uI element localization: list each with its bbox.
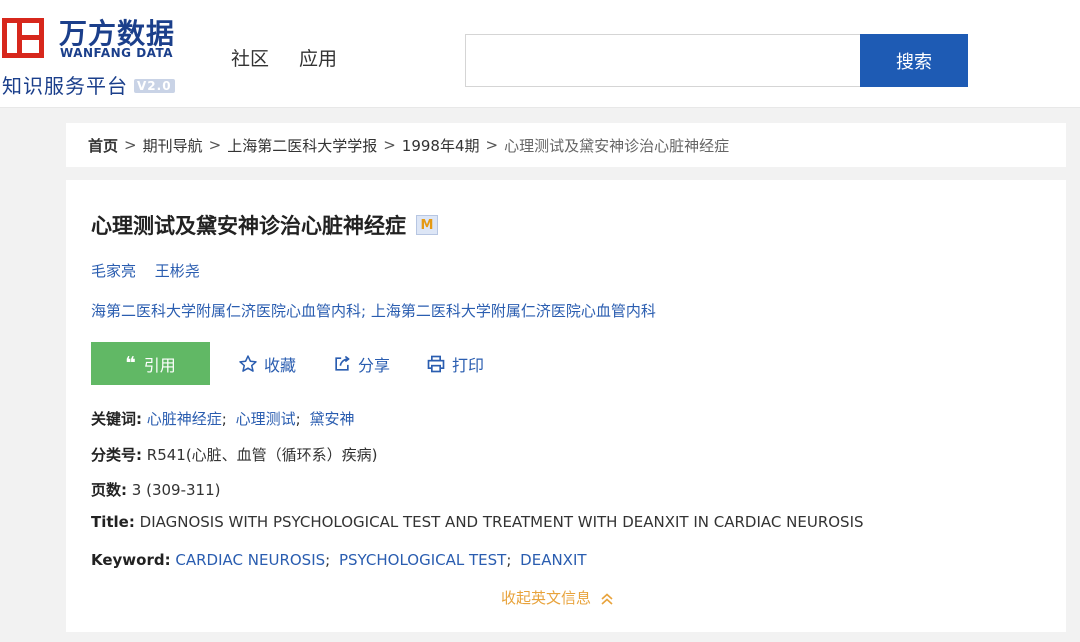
classification-row: 分类号: R541(心脏、血管（循环系）疾病) xyxy=(91,444,378,465)
breadcrumb-issue[interactable]: 1998年4期 xyxy=(402,135,480,156)
article-title-row: 心理测试及黛安神诊治心脏神经症 M xyxy=(91,210,438,240)
top-header: 万方数据 WANFANG DATA 知识服务平台 V2.0 社区 应用 搜索 xyxy=(0,0,1080,108)
article-actions: ❝ 引用 收藏 分享 打印 xyxy=(91,342,484,385)
search-input[interactable] xyxy=(465,34,860,87)
pages-label: 页数: xyxy=(91,481,127,499)
english-title-row: Title: DIAGNOSIS WITH PSYCHOLOGICAL TEST… xyxy=(91,513,864,531)
author-link[interactable]: 王彬尧 xyxy=(155,262,200,280)
english-keyword-link[interactable]: DEANXIT xyxy=(520,551,586,569)
m-badge-icon[interactable]: M xyxy=(416,215,438,235)
printer-icon xyxy=(427,355,445,372)
classification-label: 分类号: xyxy=(91,446,142,464)
star-icon xyxy=(239,354,257,372)
breadcrumb-journal[interactable]: 上海第二医科大学学报 xyxy=(227,135,377,156)
breadcrumb-separator: > xyxy=(208,136,222,154)
share-icon xyxy=(335,355,350,371)
version-badge: V2.0 xyxy=(134,79,175,93)
english-keyword-link[interactable]: CARDIAC NEUROSIS xyxy=(175,551,325,569)
wanfang-logo-mark-icon xyxy=(2,18,44,58)
share-label: 分享 xyxy=(358,355,391,375)
collapse-english-info-toggle[interactable]: 收起英文信息 xyxy=(501,587,615,608)
keywords-label: 关键词: xyxy=(91,410,142,428)
english-keyword-link[interactable]: PSYCHOLOGICAL TEST xyxy=(339,551,506,569)
quote-icon: ❝ xyxy=(125,353,136,374)
breadcrumb-separator: > xyxy=(485,136,499,154)
keywords-row: 关键词: 心脏神经症; 心理测试; 黛安神 xyxy=(91,410,355,428)
cite-label: 引用 xyxy=(143,355,176,375)
nav-apps[interactable]: 应用 xyxy=(299,44,337,71)
logo-subtitle: 知识服务平台 V2.0 xyxy=(2,70,175,99)
collapse-label: 收起英文信息 xyxy=(501,589,592,607)
english-title-label: Title: xyxy=(91,513,135,531)
english-title-value: DIAGNOSIS WITH PSYCHOLOGICAL TEST AND TR… xyxy=(139,513,864,531)
affiliation-link[interactable]: 海第二医科大学附属仁济医院心血管内科 xyxy=(91,302,361,320)
english-keywords-label: Keyword: xyxy=(91,551,171,569)
top-nav: 社区 应用 xyxy=(231,44,337,71)
print-button[interactable]: 打印 xyxy=(426,352,484,376)
breadcrumb-journal-nav[interactable]: 期刊导航 xyxy=(143,135,203,156)
pages-value: 3 (309-311) xyxy=(131,481,221,499)
keyword-link[interactable]: 心脏神经症 xyxy=(147,410,222,428)
breadcrumb-separator: > xyxy=(383,136,396,154)
wanfang-logo[interactable]: 万方数据 WANFANG DATA 知识服务平台 V2.0 xyxy=(2,14,198,98)
search-bar: 搜索 xyxy=(465,34,968,87)
favorite-label: 收藏 xyxy=(264,355,297,375)
breadcrumb: 首页 > 期刊导航 > 上海第二医科大学学报 > 1998年4期 > 心理测试及… xyxy=(66,123,1066,167)
logo-subtitle-text: 知识服务平台 xyxy=(2,74,128,98)
share-button[interactable]: 分享 xyxy=(332,352,390,376)
article-card: 心理测试及黛安神诊治心脏神经症 M 毛家亮 王彬尧 海第二医科大学附属仁济医院心… xyxy=(66,180,1066,632)
author-list: 毛家亮 王彬尧 xyxy=(91,260,214,281)
breadcrumb-current: 心理测试及黛安神诊治心脏神经症 xyxy=(504,136,730,155)
classification-value: R541(心脏、血管（循环系）疾病) xyxy=(146,446,378,464)
keyword-link[interactable]: 心理测试 xyxy=(236,410,296,428)
favorite-button[interactable]: 收藏 xyxy=(238,352,296,376)
affiliation-link[interactable]: 上海第二医科大学附属仁济医院心血管内科 xyxy=(371,302,656,320)
cite-button[interactable]: ❝ 引用 xyxy=(91,342,210,385)
logo-english-name: WANFANG DATA xyxy=(60,46,174,60)
print-label: 打印 xyxy=(452,355,485,375)
author-link[interactable]: 毛家亮 xyxy=(91,262,136,280)
article-title: 心理测试及黛安神诊治心脏神经症 xyxy=(91,214,406,238)
double-chevron-up-icon xyxy=(601,592,613,605)
breadcrumb-home[interactable]: 首页 xyxy=(88,135,118,156)
search-button[interactable]: 搜索 xyxy=(860,34,968,87)
pages-row: 页数: 3 (309-311) xyxy=(91,479,220,500)
nav-community[interactable]: 社区 xyxy=(231,44,269,71)
breadcrumb-separator: > xyxy=(124,136,137,154)
english-keywords-row: Keyword: CARDIAC NEUROSIS; PSYCHOLOGICAL… xyxy=(91,551,587,569)
affiliation-list: 海第二医科大学附属仁济医院心血管内科; 上海第二医科大学附属仁济医院心血管内科 xyxy=(91,302,656,320)
keyword-link[interactable]: 黛安神 xyxy=(310,410,355,428)
